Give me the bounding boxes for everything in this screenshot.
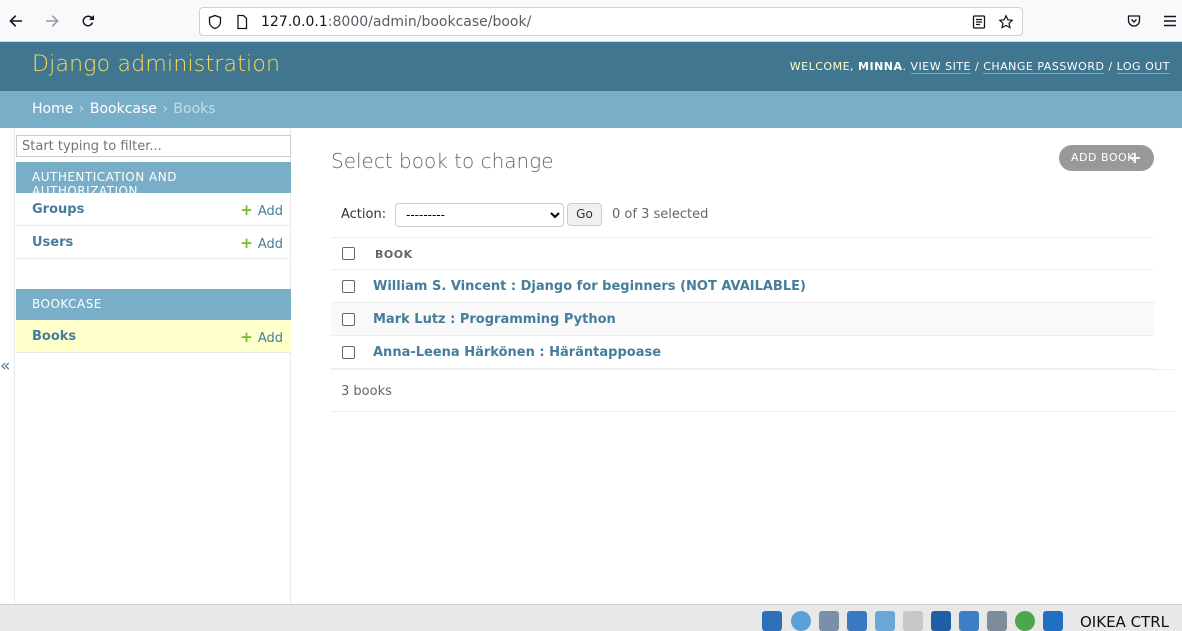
pointer-icon[interactable] (875, 611, 895, 631)
sidebar-item-groups: Groups + Add (16, 193, 291, 226)
breadcrumb-bookcase[interactable]: Bookcase (90, 101, 157, 117)
pocket-icon[interactable] (1122, 9, 1146, 33)
row-checkbox[interactable] (342, 313, 355, 326)
page-icon[interactable] (234, 14, 250, 30)
select-all-checkbox[interactable] (342, 247, 355, 260)
display-icon[interactable] (931, 611, 951, 631)
view-site-link[interactable]: VIEW SITE (910, 60, 971, 74)
network-icon[interactable] (847, 611, 867, 631)
paginator: 3 books (331, 369, 1174, 412)
bookmark-star-icon[interactable] (998, 14, 1014, 30)
actions-bar: Action: --------- Go 0 of 3 selected (331, 198, 1154, 238)
sidebar-item-books: Books + Add (16, 320, 291, 353)
admin-header: Django administration WELCOME, MINNA. VI… (0, 42, 1182, 91)
sidebar-item-books-link[interactable]: Books (32, 329, 76, 344)
go-button[interactable]: Go (567, 203, 602, 226)
table-row: William S. Vincent : Django for beginner… (331, 270, 1154, 303)
toggle-nav-sidebar-button[interactable]: « (0, 356, 10, 376)
breadcrumb-current: Books (173, 101, 216, 117)
book-link[interactable]: Anna-Leena Härkönen : Häräntappoase (373, 345, 661, 360)
book-link[interactable]: Mark Lutz : Programming Python (373, 312, 616, 327)
module-caption-bookcase[interactable]: BOOKCASE (16, 289, 291, 320)
site-branding[interactable]: Django administration (32, 52, 280, 77)
log-out-link[interactable]: LOG OUT (1116, 60, 1170, 74)
menu-icon[interactable] (1158, 9, 1182, 33)
add-label: Add (257, 237, 283, 252)
row-checkbox[interactable] (342, 346, 355, 359)
breadcrumb-separator: › (78, 101, 85, 117)
shield-icon[interactable] (207, 14, 223, 30)
back-icon[interactable] (4, 9, 28, 33)
sidebar-item-users-link[interactable]: Users (32, 235, 73, 250)
column-header-book[interactable]: BOOK (375, 248, 413, 261)
module-caption-auth[interactable]: AUTHENTICATION AND AUTHORIZATION (16, 162, 291, 198)
host-key-label: OIKEA CTRL (1080, 613, 1169, 631)
audio-icon[interactable] (762, 611, 782, 631)
action-select[interactable]: --------- (395, 203, 564, 227)
add-label: Add (257, 331, 283, 346)
selection-counter: 0 of 3 selected (612, 207, 709, 222)
table-header: BOOK (331, 238, 1154, 270)
screens-icon[interactable] (959, 611, 979, 631)
usb-icon[interactable] (819, 611, 839, 631)
sidebar-item-groups-link[interactable]: Groups (32, 202, 84, 217)
add-book-button[interactable]: ADD BOOK + (1059, 145, 1154, 171)
add-books-link[interactable]: + Add (240, 328, 283, 346)
sidebar-item-users: Users + Add (16, 226, 291, 259)
welcome-text: WELCOME, (789, 60, 859, 73)
url-text[interactable]: 127.0.0.1:8000/admin/bookcase/book/ (261, 13, 531, 31)
breadcrumb-separator: › (162, 101, 168, 117)
vm-status-bar: OIKEA CTRL (0, 604, 1182, 631)
row-checkbox[interactable] (342, 280, 355, 293)
url-path: :8000/admin/bookcase/book/ (327, 14, 532, 30)
reload-icon[interactable] (76, 9, 100, 33)
nav-filter-input[interactable] (16, 135, 291, 157)
add-label: Add (257, 204, 283, 219)
result-list: BOOK William S. Vincent : Django for beg… (331, 237, 1154, 369)
globe-icon[interactable] (1015, 611, 1035, 631)
table-row: Mark Lutz : Programming Python (331, 303, 1154, 336)
video-capture-icon[interactable] (987, 611, 1007, 631)
user-tools: WELCOME, MINNA. VIEW SITE / CHANGE PASSW… (789, 60, 1170, 74)
breadcrumb: Home › Bookcase › Books (0, 91, 1182, 128)
change-password-link[interactable]: CHANGE PASSWORD (983, 60, 1105, 74)
breadcrumb-home[interactable]: Home (32, 101, 73, 117)
plus-icon: + (1128, 148, 1142, 167)
shared-folder-icon[interactable] (903, 611, 923, 631)
table-row: Anna-Leena Härkönen : Häräntappoase (331, 336, 1154, 369)
add-users-link[interactable]: + Add (240, 234, 283, 252)
page-title: Select book to change (331, 149, 554, 173)
username: MINNA (858, 60, 903, 73)
add-groups-link[interactable]: + Add (240, 201, 283, 219)
book-link[interactable]: William S. Vincent : Django for beginner… (373, 279, 806, 294)
browser-toolbar: 127.0.0.1:8000/admin/bookcase/book/ (0, 0, 1182, 42)
plus-icon: + (240, 201, 253, 219)
reader-view-icon[interactable] (971, 14, 987, 30)
optical-drive-icon[interactable] (791, 611, 811, 631)
action-label: Action: (341, 207, 387, 222)
add-book-label: ADD BOOK (1071, 151, 1135, 164)
address-bar[interactable]: 127.0.0.1:8000/admin/bookcase/book/ (199, 7, 1023, 36)
url-host: 127.0.0.1 (261, 14, 328, 30)
plus-icon: + (240, 328, 253, 346)
download-icon[interactable] (1043, 611, 1063, 631)
nav-sidebar: AUTHENTICATION AND AUTHORIZATION Groups … (14, 128, 291, 604)
plus-icon: + (240, 234, 253, 252)
forward-icon[interactable] (40, 9, 64, 33)
